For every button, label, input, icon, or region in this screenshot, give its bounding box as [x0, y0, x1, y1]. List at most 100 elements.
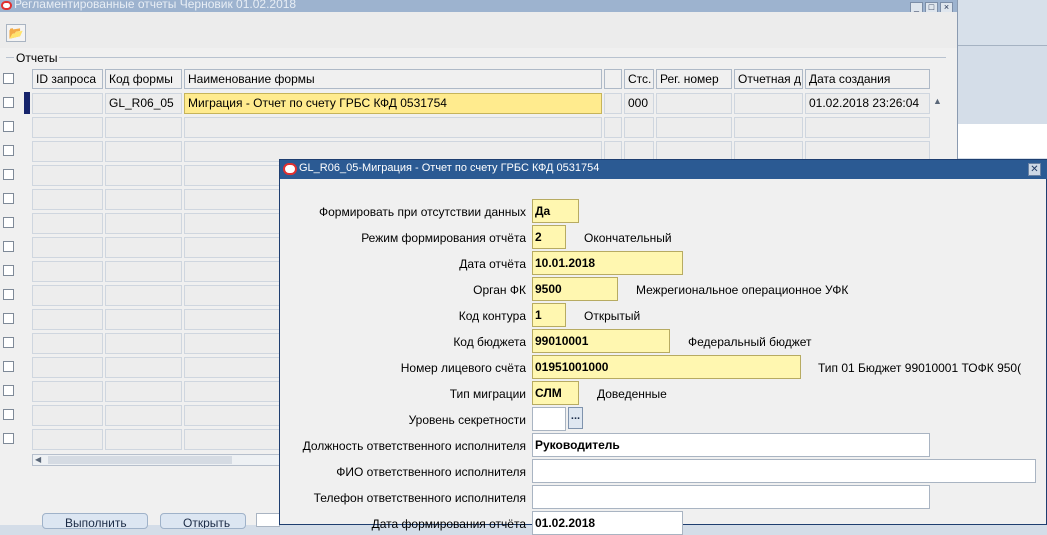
table-cell[interactable] [32, 405, 103, 426]
phone-field[interactable] [532, 485, 930, 509]
row-checkbox[interactable] [3, 313, 14, 324]
table-cell[interactable] [105, 261, 182, 282]
cell-request-id[interactable] [32, 93, 103, 114]
row-checkbox[interactable] [3, 361, 14, 372]
maximize-icon[interactable]: □ [925, 2, 938, 12]
row-checkbox[interactable] [3, 385, 14, 396]
report-date-field[interactable]: 10.01.2018 [532, 251, 683, 275]
table-cell[interactable] [105, 213, 182, 234]
cell-report-date[interactable] [734, 93, 803, 114]
contour-field[interactable]: 1 [532, 303, 566, 327]
scroll-thumb[interactable] [48, 456, 232, 464]
form-date-field[interactable]: 01.02.2018 [532, 511, 683, 535]
close-icon[interactable]: × [940, 2, 953, 12]
migration-type-field[interactable]: СЛМ [532, 381, 579, 405]
table-cell[interactable] [32, 237, 103, 258]
col-header-created[interactable]: Дата создания [805, 69, 930, 89]
table-cell[interactable] [105, 165, 182, 186]
table-cell[interactable] [32, 429, 103, 450]
table-cell[interactable] [105, 189, 182, 210]
row-checkbox[interactable] [3, 145, 14, 156]
table-cell[interactable] [32, 261, 103, 282]
table-cell[interactable] [32, 165, 103, 186]
table-cell[interactable] [32, 309, 103, 330]
table-cell[interactable] [32, 141, 103, 162]
col-header-form-code[interactable]: Код формы [105, 69, 182, 89]
row-checkbox[interactable] [3, 97, 14, 108]
reports-window-title: Регламентированные отчеты Черновик 01.02… [14, 0, 297, 11]
right-panel-blank [958, 124, 1047, 158]
table-cell[interactable] [105, 405, 182, 426]
table-cell[interactable] [32, 285, 103, 306]
minimize-icon[interactable]: _ [910, 2, 923, 12]
col-header-status[interactable]: Стс. [624, 69, 654, 89]
secrecy-field[interactable] [532, 407, 566, 431]
row-checkbox[interactable] [3, 433, 14, 444]
dialog-title: GL_R06_05-Миграция - Отчет по счету ГРБС… [299, 162, 600, 174]
row-checkbox[interactable] [3, 337, 14, 348]
col-header-reg-number[interactable]: Рег. номер [656, 69, 732, 89]
reports-window-titlebar: Регламентированные отчеты Черновик 01.02… [0, 0, 957, 12]
row-checkbox[interactable] [3, 289, 14, 300]
oracle-logo-icon [1, 1, 12, 10]
table-cell[interactable] [105, 141, 182, 162]
row-checkbox[interactable] [3, 265, 14, 276]
table-cell[interactable] [32, 189, 103, 210]
table-cell[interactable] [105, 309, 182, 330]
col-header-report-date[interactable]: Отчетная д [734, 69, 803, 89]
fio-field[interactable] [532, 459, 1036, 483]
run-button[interactable]: Выполнить [42, 513, 148, 529]
close-icon[interactable]: ✕ [1028, 163, 1041, 176]
label-form-date: Дата формирования отчёта [371, 517, 526, 531]
lov-button[interactable]: ... [568, 407, 583, 429]
account-field[interactable]: 01951001000 [532, 355, 801, 379]
table-cell[interactable] [105, 357, 182, 378]
table-cell[interactable] [604, 117, 622, 138]
row-checkbox[interactable] [3, 241, 14, 252]
col-header-request-id[interactable]: ID запроса [32, 69, 103, 89]
table-cell[interactable] [32, 357, 103, 378]
account-desc: Тип 01 Бюджет 99010001 ТОФК 950( [818, 361, 1022, 375]
cell-created[interactable]: 01.02.2018 23:26:04 [805, 93, 930, 114]
table-cell[interactable] [624, 117, 654, 138]
no-data-field[interactable]: Да [532, 199, 579, 223]
col-header-form-name[interactable]: Наименование формы [184, 69, 602, 89]
row-checkbox[interactable] [3, 169, 14, 180]
table-cell[interactable] [32, 381, 103, 402]
table-cell[interactable] [105, 117, 182, 138]
row-checkbox[interactable] [3, 217, 14, 228]
row-checkbox[interactable] [3, 121, 14, 132]
open-button[interactable]: Открыть [160, 513, 246, 529]
fk-organ-field[interactable]: 9500 [532, 277, 618, 301]
table-cell[interactable] [734, 117, 803, 138]
table-cell[interactable] [105, 285, 182, 306]
cell-reg-number[interactable] [656, 93, 732, 114]
row-checkbox[interactable] [3, 409, 14, 420]
budget-field[interactable]: 99010001 [532, 329, 670, 353]
cell-form-code[interactable]: GL_R06_05 [105, 93, 182, 114]
table-cell[interactable] [32, 333, 103, 354]
scroll-up-icon[interactable]: ▲ [933, 96, 943, 106]
table-cell[interactable] [105, 381, 182, 402]
position-field[interactable]: Руководитель [532, 433, 930, 457]
row-checkbox[interactable] [3, 193, 14, 204]
cell-status[interactable]: 000 [624, 93, 654, 114]
section-label: Отчеты [14, 51, 60, 65]
oracle-logo-icon [283, 163, 297, 175]
cell-form-name[interactable]: Миграция - Отчет по счету ГРБС КФД 05317… [184, 93, 602, 114]
section-divider [6, 57, 946, 58]
table-cell[interactable] [32, 117, 103, 138]
table-cell[interactable] [105, 333, 182, 354]
select-all-checkbox[interactable] [3, 73, 14, 84]
table-cell[interactable] [805, 117, 930, 138]
table-cell[interactable] [105, 237, 182, 258]
col-header-blank[interactable] [604, 69, 622, 89]
table-cell[interactable] [184, 117, 602, 138]
table-cell[interactable] [105, 429, 182, 450]
table-cell[interactable] [32, 213, 103, 234]
mode-field[interactable]: 2 [532, 225, 566, 249]
open-folder-icon[interactable]: 📂 [6, 24, 26, 42]
table-cell[interactable] [656, 117, 732, 138]
scroll-left-icon[interactable]: ◀ [35, 455, 41, 464]
cell-blank[interactable] [604, 93, 622, 114]
